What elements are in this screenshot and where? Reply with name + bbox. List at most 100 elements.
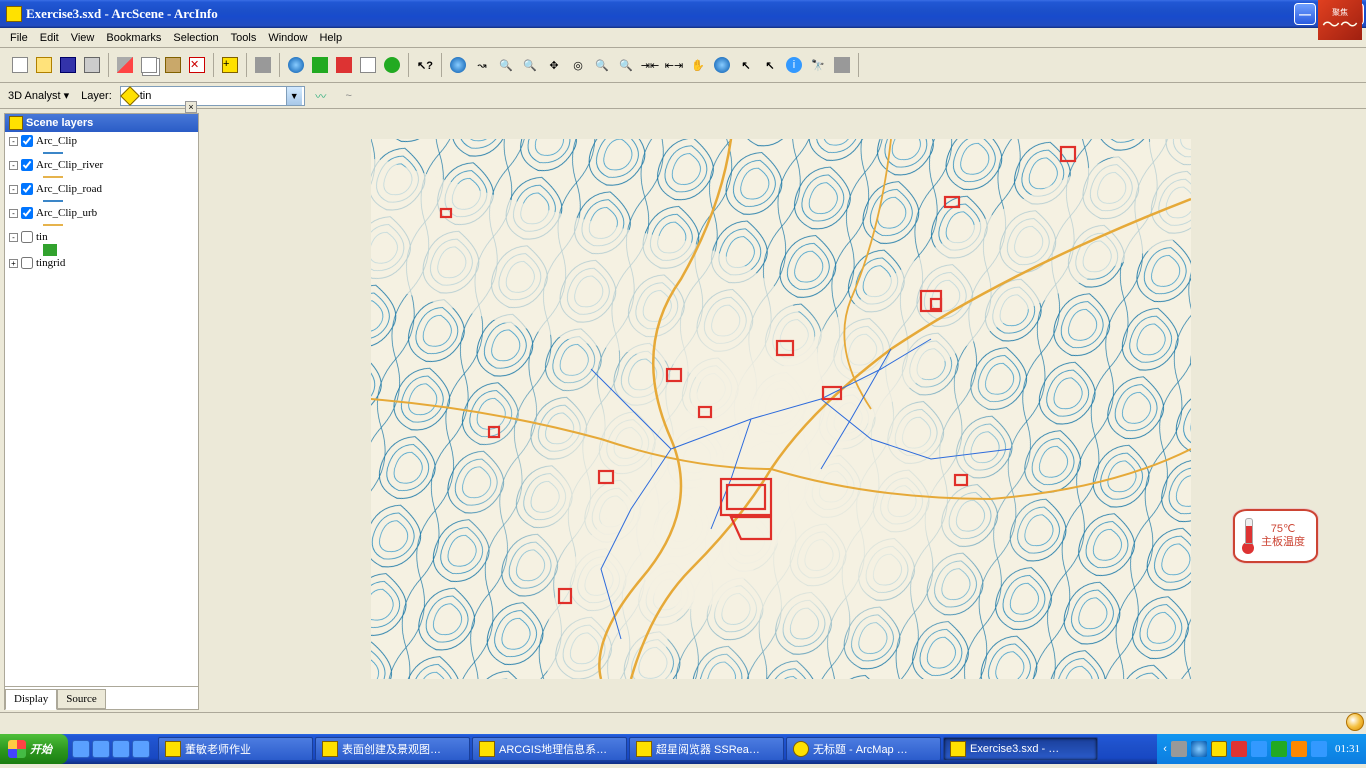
- minimize-button[interactable]: —: [1294, 3, 1316, 25]
- toc-layer-row[interactable]: -Arc_Clip_river: [7, 158, 196, 172]
- taskbar-item-icon: [322, 741, 338, 757]
- expand-toggle[interactable]: -: [9, 209, 18, 218]
- layer-checkbox[interactable]: [21, 207, 33, 219]
- statusbar: [0, 712, 1366, 734]
- tray-network-icon[interactable]: [1191, 741, 1207, 757]
- toc-layer-row[interactable]: -Arc_Clip: [7, 134, 196, 148]
- menu-window[interactable]: Window: [262, 30, 313, 46]
- tray-icon-7[interactable]: [1291, 741, 1307, 757]
- menu-bookmarks[interactable]: Bookmarks: [100, 30, 167, 46]
- open-button[interactable]: [33, 54, 55, 76]
- toc-layer-row[interactable]: +tingrid: [7, 256, 196, 270]
- widen-fov-button[interactable]: ⇤⇥: [663, 54, 685, 76]
- menu-tools[interactable]: Tools: [225, 30, 263, 46]
- toc-tab-source[interactable]: Source: [57, 689, 106, 709]
- zoom-out-fixed-button[interactable]: 🔍: [615, 54, 637, 76]
- layer-checkbox[interactable]: [21, 183, 33, 195]
- 3d-red-button[interactable]: [333, 54, 355, 76]
- add-data-button[interactable]: +: [219, 54, 241, 76]
- globe-button[interactable]: [285, 54, 307, 76]
- tray-icon-4[interactable]: [1231, 741, 1247, 757]
- identify-button[interactable]: i: [783, 54, 805, 76]
- delete-button[interactable]: ✕: [186, 54, 208, 76]
- save-button[interactable]: [57, 54, 79, 76]
- 3d-analyst-menu[interactable]: 3D Analyst ▾: [4, 87, 73, 104]
- expand-toggle[interactable]: -: [9, 185, 18, 194]
- quick-launch-ie-icon[interactable]: [72, 740, 90, 758]
- menu-edit[interactable]: Edit: [34, 30, 65, 46]
- paste-button[interactable]: [162, 54, 184, 76]
- toolbar-main: ✕ + ↖? ↝ 🔍 🔍 ✥ ◎ 🔍 🔍 ⇥⇤ ⇤⇥ ✋ ↖ ↖ i 🔭: [0, 48, 1366, 83]
- navigate-button[interactable]: [447, 54, 469, 76]
- chevron-down-icon[interactable]: ▼: [286, 87, 302, 105]
- taskbar-item[interactable]: 无标题 - ArcMap …: [786, 737, 941, 761]
- start-button[interactable]: 开始: [0, 734, 68, 764]
- copy-button[interactable]: [138, 54, 160, 76]
- taskbar-item[interactable]: 超星阅览器 SSRea…: [629, 737, 784, 761]
- center-button[interactable]: ✥: [543, 54, 565, 76]
- taskbar-item[interactable]: 表面创建及景观图…: [315, 737, 470, 761]
- fly-button[interactable]: ↝: [471, 54, 493, 76]
- full-extent-button[interactable]: [711, 54, 733, 76]
- geoprocessing-button[interactable]: [381, 54, 403, 76]
- toc-layer-row[interactable]: -Arc_Clip_road: [7, 182, 196, 196]
- layer-combo-icon: [120, 86, 140, 106]
- menu-file[interactable]: File: [4, 30, 34, 46]
- quick-launch-icon-4[interactable]: [132, 740, 150, 758]
- layer-checkbox[interactable]: [21, 257, 33, 269]
- taskbar-item[interactable]: 董敏老师作业: [158, 737, 313, 761]
- system-tray: ‹ 01:31: [1157, 734, 1366, 764]
- zoom-target-button[interactable]: ◎: [567, 54, 589, 76]
- layer-label: Layer:: [77, 88, 116, 104]
- tray-icon-3[interactable]: [1211, 741, 1227, 757]
- 3d-green-button[interactable]: [309, 54, 331, 76]
- tray-expand-icon[interactable]: ‹: [1163, 743, 1167, 755]
- toc-layer-row[interactable]: -tin: [7, 230, 196, 244]
- toc-layer-row[interactable]: -Arc_Clip_urb: [7, 206, 196, 220]
- expand-toggle[interactable]: -: [9, 233, 18, 242]
- layer-checkbox[interactable]: [21, 135, 33, 147]
- steepest-path-button[interactable]: ~: [338, 85, 360, 107]
- select-graphics-button[interactable]: ↖: [735, 54, 757, 76]
- taskbar-item[interactable]: Exercise3.sxd - …: [943, 737, 1098, 761]
- help-pointer-button[interactable]: ↖?: [414, 54, 436, 76]
- scene-properties-button[interactable]: [252, 54, 274, 76]
- menu-view[interactable]: View: [65, 30, 101, 46]
- menu-help[interactable]: Help: [313, 30, 348, 46]
- menu-selection[interactable]: Selection: [167, 30, 224, 46]
- tray-icon-1[interactable]: [1171, 741, 1187, 757]
- expand-toggle[interactable]: -: [9, 161, 18, 170]
- new-button[interactable]: [9, 54, 31, 76]
- tray-volume-icon[interactable]: [1311, 741, 1327, 757]
- zoom-in-button[interactable]: 🔍: [495, 54, 517, 76]
- pan-button[interactable]: ✋: [687, 54, 709, 76]
- print-button[interactable]: [81, 54, 103, 76]
- measure-button[interactable]: [831, 54, 853, 76]
- narrow-fov-button[interactable]: ⇥⇤: [639, 54, 661, 76]
- expand-toggle[interactable]: +: [9, 259, 18, 268]
- tools-window-button[interactable]: [357, 54, 379, 76]
- quick-launch-desktop-icon[interactable]: [92, 740, 110, 758]
- taskbar-item-icon: [479, 741, 495, 757]
- tray-icon-5[interactable]: [1251, 741, 1267, 757]
- toc-tab-display[interactable]: Display: [5, 689, 57, 710]
- taskbar-item-icon: [165, 741, 181, 757]
- find-button[interactable]: 🔭: [807, 54, 829, 76]
- layer-checkbox[interactable]: [21, 231, 33, 243]
- cut-button[interactable]: [114, 54, 136, 76]
- select-features-button[interactable]: ↖: [759, 54, 781, 76]
- layer-combobox[interactable]: tin ▼: [120, 86, 305, 106]
- create-contour-button[interactable]: 〰: [310, 85, 332, 107]
- expand-toggle[interactable]: -: [9, 137, 18, 146]
- zoom-in-fixed-button[interactable]: 🔍: [591, 54, 613, 76]
- tray-icon-6[interactable]: [1271, 741, 1287, 757]
- map-canvas[interactable]: [371, 139, 1191, 679]
- zoom-out-button[interactable]: 🔍: [519, 54, 541, 76]
- layer-checkbox[interactable]: [21, 159, 33, 171]
- quick-launch-icon-3[interactable]: [112, 740, 130, 758]
- scene-viewport[interactable]: 75℃ 主板温度: [201, 109, 1366, 712]
- toc-close-button[interactable]: ×: [185, 101, 197, 113]
- taskbar-item[interactable]: ARCGIS地理信息系…: [472, 737, 627, 761]
- taskbar-item-label: ARCGIS地理信息系…: [499, 741, 607, 757]
- tray-clock[interactable]: 01:31: [1331, 743, 1360, 755]
